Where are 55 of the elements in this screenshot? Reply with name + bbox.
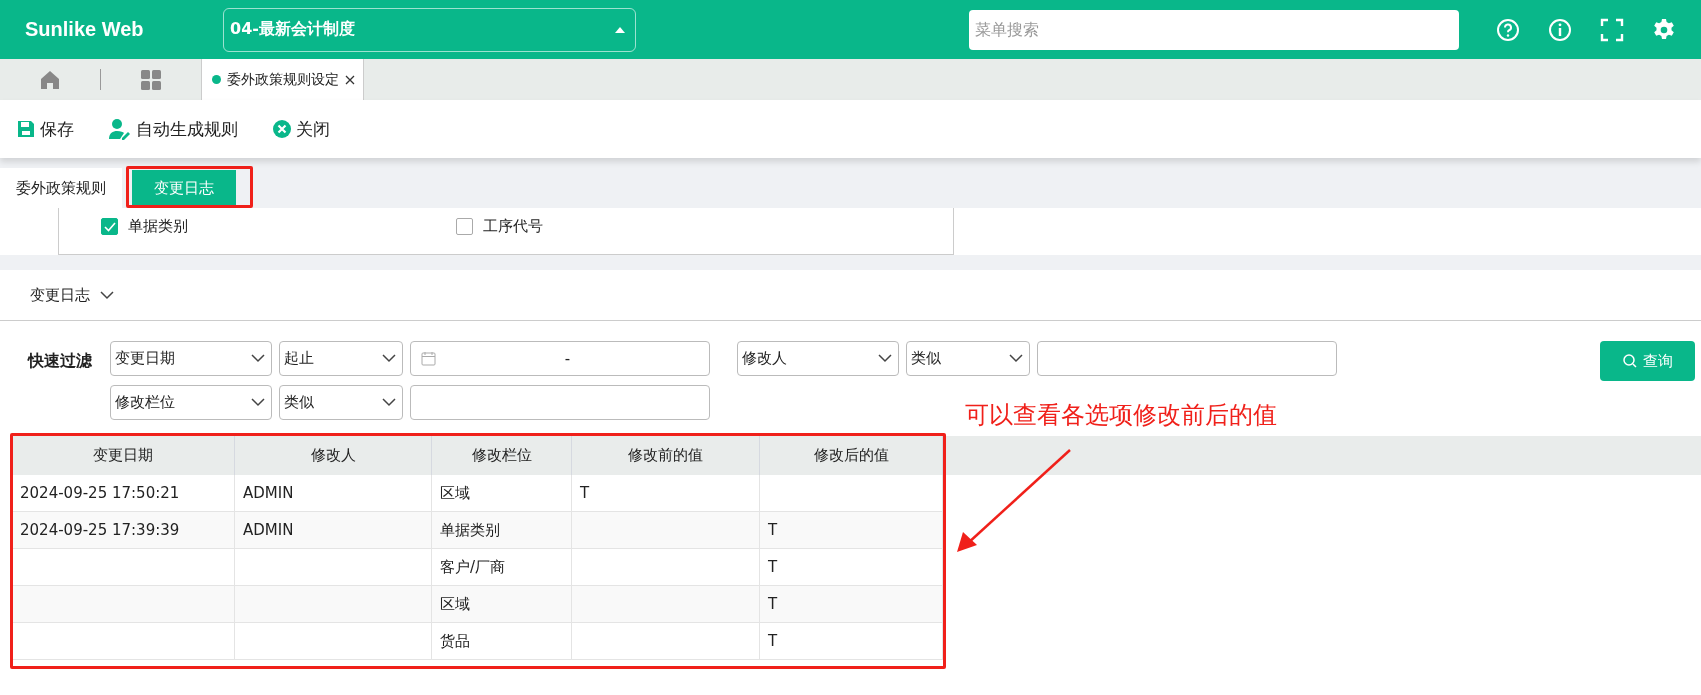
table-cell: T <box>768 521 778 539</box>
toolbar-button[interactable]: 关闭 <box>272 117 330 141</box>
operator-select[interactable]: 类似 <box>906 341 1030 376</box>
help-icon[interactable] <box>1495 16 1521 43</box>
info-icon[interactable] <box>1547 16 1573 43</box>
table-cell: 单据类别 <box>440 520 500 540</box>
table-cell: T <box>768 632 778 650</box>
search-icon <box>1622 354 1637 368</box>
input-field[interactable] <box>1037 341 1337 376</box>
chevron-icon <box>100 290 114 300</box>
table-cell: T <box>768 558 778 576</box>
operator-select[interactable]: 类似 <box>279 385 403 420</box>
close-icon[interactable] <box>345 74 355 85</box>
table-cell: 区域 <box>440 594 470 614</box>
calendar-icon <box>421 351 436 366</box>
table-cell: 货品 <box>440 631 470 651</box>
checkbox-label: 工序代号 <box>483 217 543 236</box>
toolbar-button[interactable]: 保存 <box>16 117 74 141</box>
table-cell: 客户/厂商 <box>440 557 506 577</box>
chevron-icon <box>1009 354 1023 363</box>
fullscreen-icon[interactable] <box>1599 16 1625 43</box>
chevron-icon <box>251 354 265 363</box>
table-cell: 2024-09-25 17:39:39 <box>20 521 180 539</box>
input-field[interactable] <box>410 385 710 420</box>
filter-label: 快速过滤 <box>28 351 93 372</box>
search-field[interactable]: 菜单搜索 <box>969 9 1459 50</box>
field-select[interactable]: 变更日期 <box>110 341 272 376</box>
operator-select[interactable]: 起止 <box>279 341 403 376</box>
annotation-text: 可以查看各选项修改前后的值 <box>965 400 1277 431</box>
status-dot <box>212 75 221 84</box>
caret-icon <box>615 26 625 33</box>
checkbox-label: 单据类别 <box>128 217 188 236</box>
tab[interactable]: 委外政策规则 <box>0 168 122 208</box>
user-edit-icon <box>108 118 132 140</box>
field-select[interactable]: 修改栏位 <box>110 385 272 420</box>
close-icon <box>272 119 292 139</box>
toolbar-button[interactable]: 自动生成规则 <box>108 117 238 141</box>
field-select[interactable]: 修改人 <box>737 341 899 376</box>
chevron-icon <box>878 354 892 363</box>
checkbox[interactable] <box>456 218 473 235</box>
table-cell: T <box>580 484 590 502</box>
chevron-icon <box>382 398 396 407</box>
table-cell: 2024-09-25 17:50:21 <box>20 484 180 502</box>
table-cell: ADMIN <box>243 521 294 539</box>
chevron-icon <box>382 354 396 363</box>
save-icon <box>16 119 36 139</box>
checkbox[interactable] <box>101 218 118 235</box>
table-cell: 区域 <box>440 483 470 503</box>
section-toggle[interactable]: 变更日志 <box>0 270 1701 320</box>
table-cell: T <box>768 595 778 613</box>
chevron-icon <box>251 398 265 407</box>
table-cell: ADMIN <box>243 484 294 502</box>
date-range-field[interactable]: - <box>410 341 710 376</box>
app-logo: Sunlike Web <box>25 18 145 41</box>
page-tab[interactable]: 委外政策规则设定 <box>201 59 364 100</box>
